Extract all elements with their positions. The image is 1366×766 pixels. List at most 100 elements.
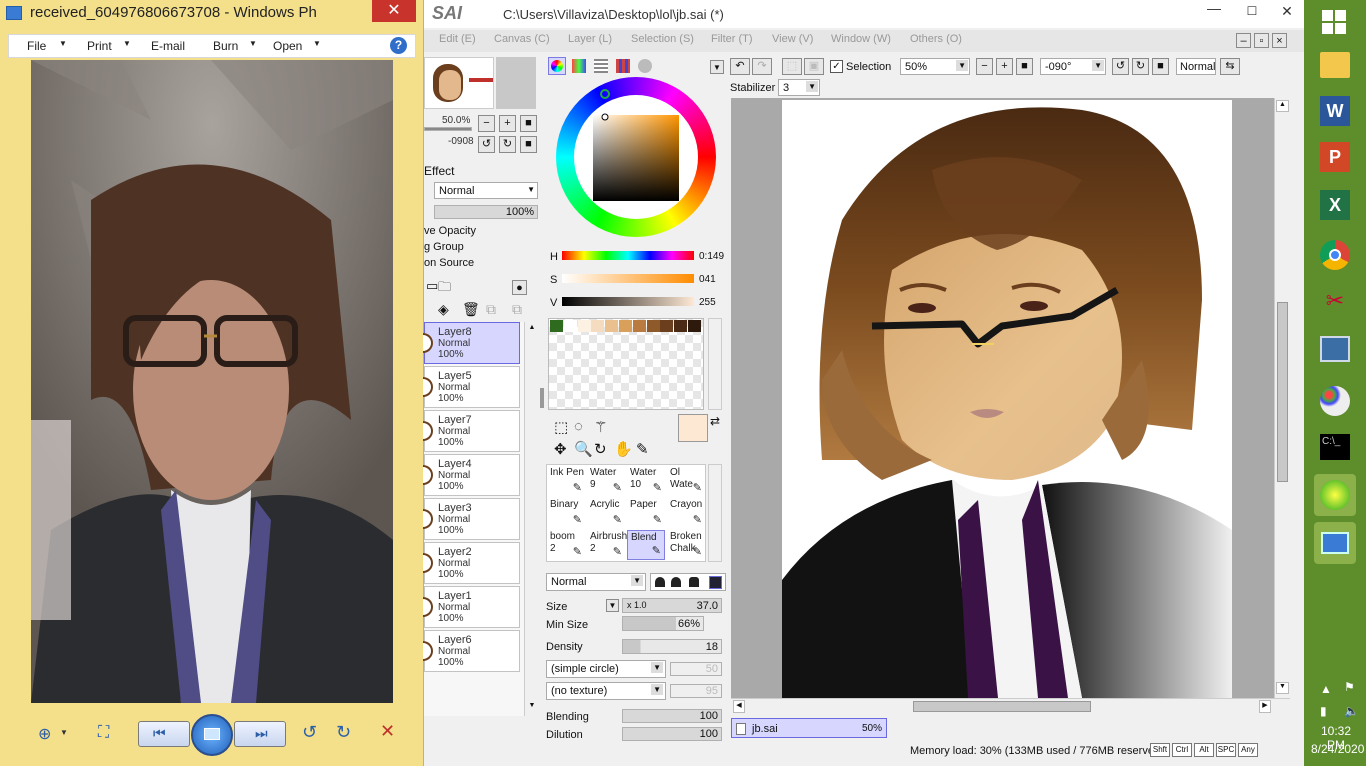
color-swatch[interactable] bbox=[563, 320, 577, 332]
dilution-slider[interactable]: 100 bbox=[622, 727, 722, 741]
brush-shape-square-icon[interactable] bbox=[709, 576, 722, 589]
rotate-reset-button[interactable]: ■ bbox=[1152, 58, 1169, 75]
rotate-left-icon[interactable]: ↺ bbox=[478, 136, 495, 153]
chevron-down-icon[interactable]: ▼ bbox=[526, 702, 538, 712]
tool-button[interactable]: Crayon ✎ bbox=[667, 498, 705, 528]
color-swatch[interactable] bbox=[591, 320, 605, 332]
photo-viewer-taskbar-button[interactable] bbox=[1314, 522, 1356, 564]
chevron-up-icon[interactable]: ▲ bbox=[1276, 100, 1289, 112]
swatches-tab[interactable] bbox=[616, 59, 630, 73]
invert-selection-button[interactable]: ▣ bbox=[804, 58, 824, 75]
chevron-down-icon[interactable]: ▼ bbox=[249, 39, 257, 48]
color-swatch[interactable] bbox=[674, 320, 688, 332]
tool-button[interactable]: Binary ✎ bbox=[547, 498, 585, 528]
redo-button[interactable]: ↷ bbox=[752, 58, 772, 75]
tool-button[interactable]: Blend ✎ bbox=[627, 530, 665, 560]
paint-icon[interactable] bbox=[1320, 386, 1350, 416]
actual-size-icon[interactable]: ⛶ bbox=[98, 724, 109, 742]
menu-view[interactable]: View (V) bbox=[772, 33, 813, 45]
command-prompt-icon[interactable]: C:\_ bbox=[1320, 434, 1350, 460]
layer-item[interactable]: Layer1 Normal 100% bbox=[423, 586, 520, 628]
document-tab[interactable]: jb.sai 50% bbox=[731, 718, 887, 738]
layer-item[interactable]: Layer8 Normal 100% bbox=[423, 322, 520, 364]
clear-layer-icon[interactable]: ◈ bbox=[438, 301, 449, 318]
volume-icon[interactable]: 🔈 bbox=[1344, 704, 1359, 718]
modifier-key[interactable]: Ctrl bbox=[1172, 743, 1192, 757]
menu-others[interactable]: Others (O) bbox=[910, 33, 962, 45]
blend-mode-select[interactable]: Normal ▼ bbox=[434, 182, 538, 199]
doc-minimize-button[interactable]: – bbox=[1236, 33, 1251, 48]
color-swatch[interactable] bbox=[577, 320, 591, 332]
zoom-reset-button[interactable]: ■ bbox=[520, 115, 537, 132]
chrome-icon[interactable] bbox=[1320, 240, 1350, 270]
menu-file[interactable]: File bbox=[27, 39, 46, 53]
color-swatch[interactable] bbox=[550, 320, 563, 332]
tool-button[interactable]: Airbrush 2 ✎ bbox=[587, 530, 627, 560]
chevron-down-icon[interactable]: ▼ bbox=[606, 599, 619, 612]
menu-edit[interactable]: Edit (E) bbox=[439, 33, 476, 45]
rotate-left-icon[interactable]: ↺ bbox=[302, 722, 317, 743]
layer-opacity-slider[interactable]: 100% bbox=[434, 205, 538, 219]
start-button[interactable] bbox=[1322, 10, 1346, 34]
zoom-icon[interactable]: 🔍 bbox=[574, 440, 593, 458]
chevron-down-icon[interactable]: ▼ bbox=[1276, 682, 1289, 694]
menu-selection[interactable]: Selection (S) bbox=[631, 33, 694, 45]
tool-button[interactable]: Broken Chalk ✎ bbox=[667, 530, 705, 560]
menu-email[interactable]: E-mail bbox=[151, 39, 185, 53]
chevron-down-icon[interactable]: ▼ bbox=[59, 39, 67, 48]
tool-scrollbar[interactable] bbox=[708, 464, 722, 562]
selection-checkbox[interactable]: ✓ bbox=[830, 60, 843, 73]
blending-slider[interactable]: 100 bbox=[622, 709, 722, 723]
menu-canvas[interactable]: Canvas (C) bbox=[494, 33, 550, 45]
excel-icon[interactable]: X bbox=[1320, 190, 1350, 220]
brush-shape-picker[interactable] bbox=[650, 573, 726, 591]
tool-button[interactable]: Water 10 ✎ bbox=[627, 466, 665, 496]
zoom-in-button[interactable]: + bbox=[499, 115, 516, 132]
brush-shape-flat-icon[interactable] bbox=[689, 577, 699, 587]
hand-icon[interactable]: ✋ bbox=[614, 440, 633, 458]
magic-wand-icon[interactable]: ⚚ bbox=[594, 418, 607, 436]
panel-splitter[interactable] bbox=[540, 388, 544, 408]
swap-colors-icon[interactable]: ⇄ bbox=[710, 414, 720, 428]
zoom-select[interactable]: 50% ▼ bbox=[900, 58, 970, 75]
preserve-opacity-checkbox[interactable]: ve Opacity bbox=[424, 225, 476, 237]
color-wheel[interactable] bbox=[556, 77, 716, 239]
clock-date[interactable]: 8/24/2020 bbox=[1311, 742, 1364, 756]
menu-open[interactable]: Open bbox=[273, 39, 302, 53]
texture-select[interactable]: (no texture) ▼ bbox=[546, 682, 666, 700]
tool-button[interactable]: Water 9 ✎ bbox=[587, 466, 625, 496]
canvas-mode-select[interactable]: Normal bbox=[1176, 58, 1216, 75]
file-explorer-icon[interactable] bbox=[1320, 52, 1350, 78]
stabilizer-select[interactable]: 3 ▼ bbox=[778, 79, 820, 96]
saturation-slider[interactable] bbox=[562, 274, 694, 283]
zoom-out-button[interactable]: − bbox=[478, 115, 495, 132]
modifier-key[interactable]: SPC bbox=[1216, 743, 1236, 757]
close-button[interactable]: ✕ bbox=[372, 0, 416, 22]
color-swatch[interactable] bbox=[646, 320, 660, 332]
next-button[interactable]: ⏭ bbox=[234, 721, 286, 747]
clipping-group-checkbox[interactable]: g Group bbox=[424, 241, 464, 253]
brush-mode-select[interactable]: Normal ▼ bbox=[546, 573, 646, 591]
menu-filter[interactable]: Filter (T) bbox=[711, 33, 753, 45]
tool-button[interactable]: boom 2 ✎ bbox=[547, 530, 585, 560]
value-slider[interactable] bbox=[562, 297, 694, 306]
modifier-key[interactable]: Alt bbox=[1194, 743, 1214, 757]
layer-mask-icon[interactable]: ● bbox=[512, 280, 527, 295]
layer-item[interactable]: Layer5 Normal 100% bbox=[423, 366, 520, 408]
menu-burn[interactable]: Burn bbox=[213, 39, 238, 53]
flip-canvas-icon[interactable]: ⇆ bbox=[1220, 58, 1240, 75]
word-icon[interactable]: W bbox=[1320, 96, 1350, 126]
delete-layer-icon[interactable]: 🗑 bbox=[462, 301, 480, 318]
eyedropper-icon[interactable]: ✎ bbox=[636, 440, 649, 458]
layer-item[interactable]: Layer2 Normal 100% bbox=[423, 542, 520, 584]
navigator-thumbnail[interactable] bbox=[424, 57, 494, 109]
color-swatch[interactable] bbox=[605, 320, 619, 332]
tool-button[interactable]: Paper ✎ bbox=[627, 498, 665, 528]
hsv-slider-tab[interactable] bbox=[594, 59, 608, 73]
selection-source-checkbox[interactable]: on Source bbox=[424, 257, 474, 269]
chevron-down-icon[interactable]: ▼ bbox=[710, 60, 724, 74]
texture-strength-slider[interactable]: 95 bbox=[670, 684, 722, 698]
menu-layer[interactable]: Layer (L) bbox=[568, 33, 612, 45]
brush-shape-soft-icon[interactable] bbox=[671, 577, 681, 587]
rgb-slider-tab[interactable] bbox=[572, 59, 586, 73]
